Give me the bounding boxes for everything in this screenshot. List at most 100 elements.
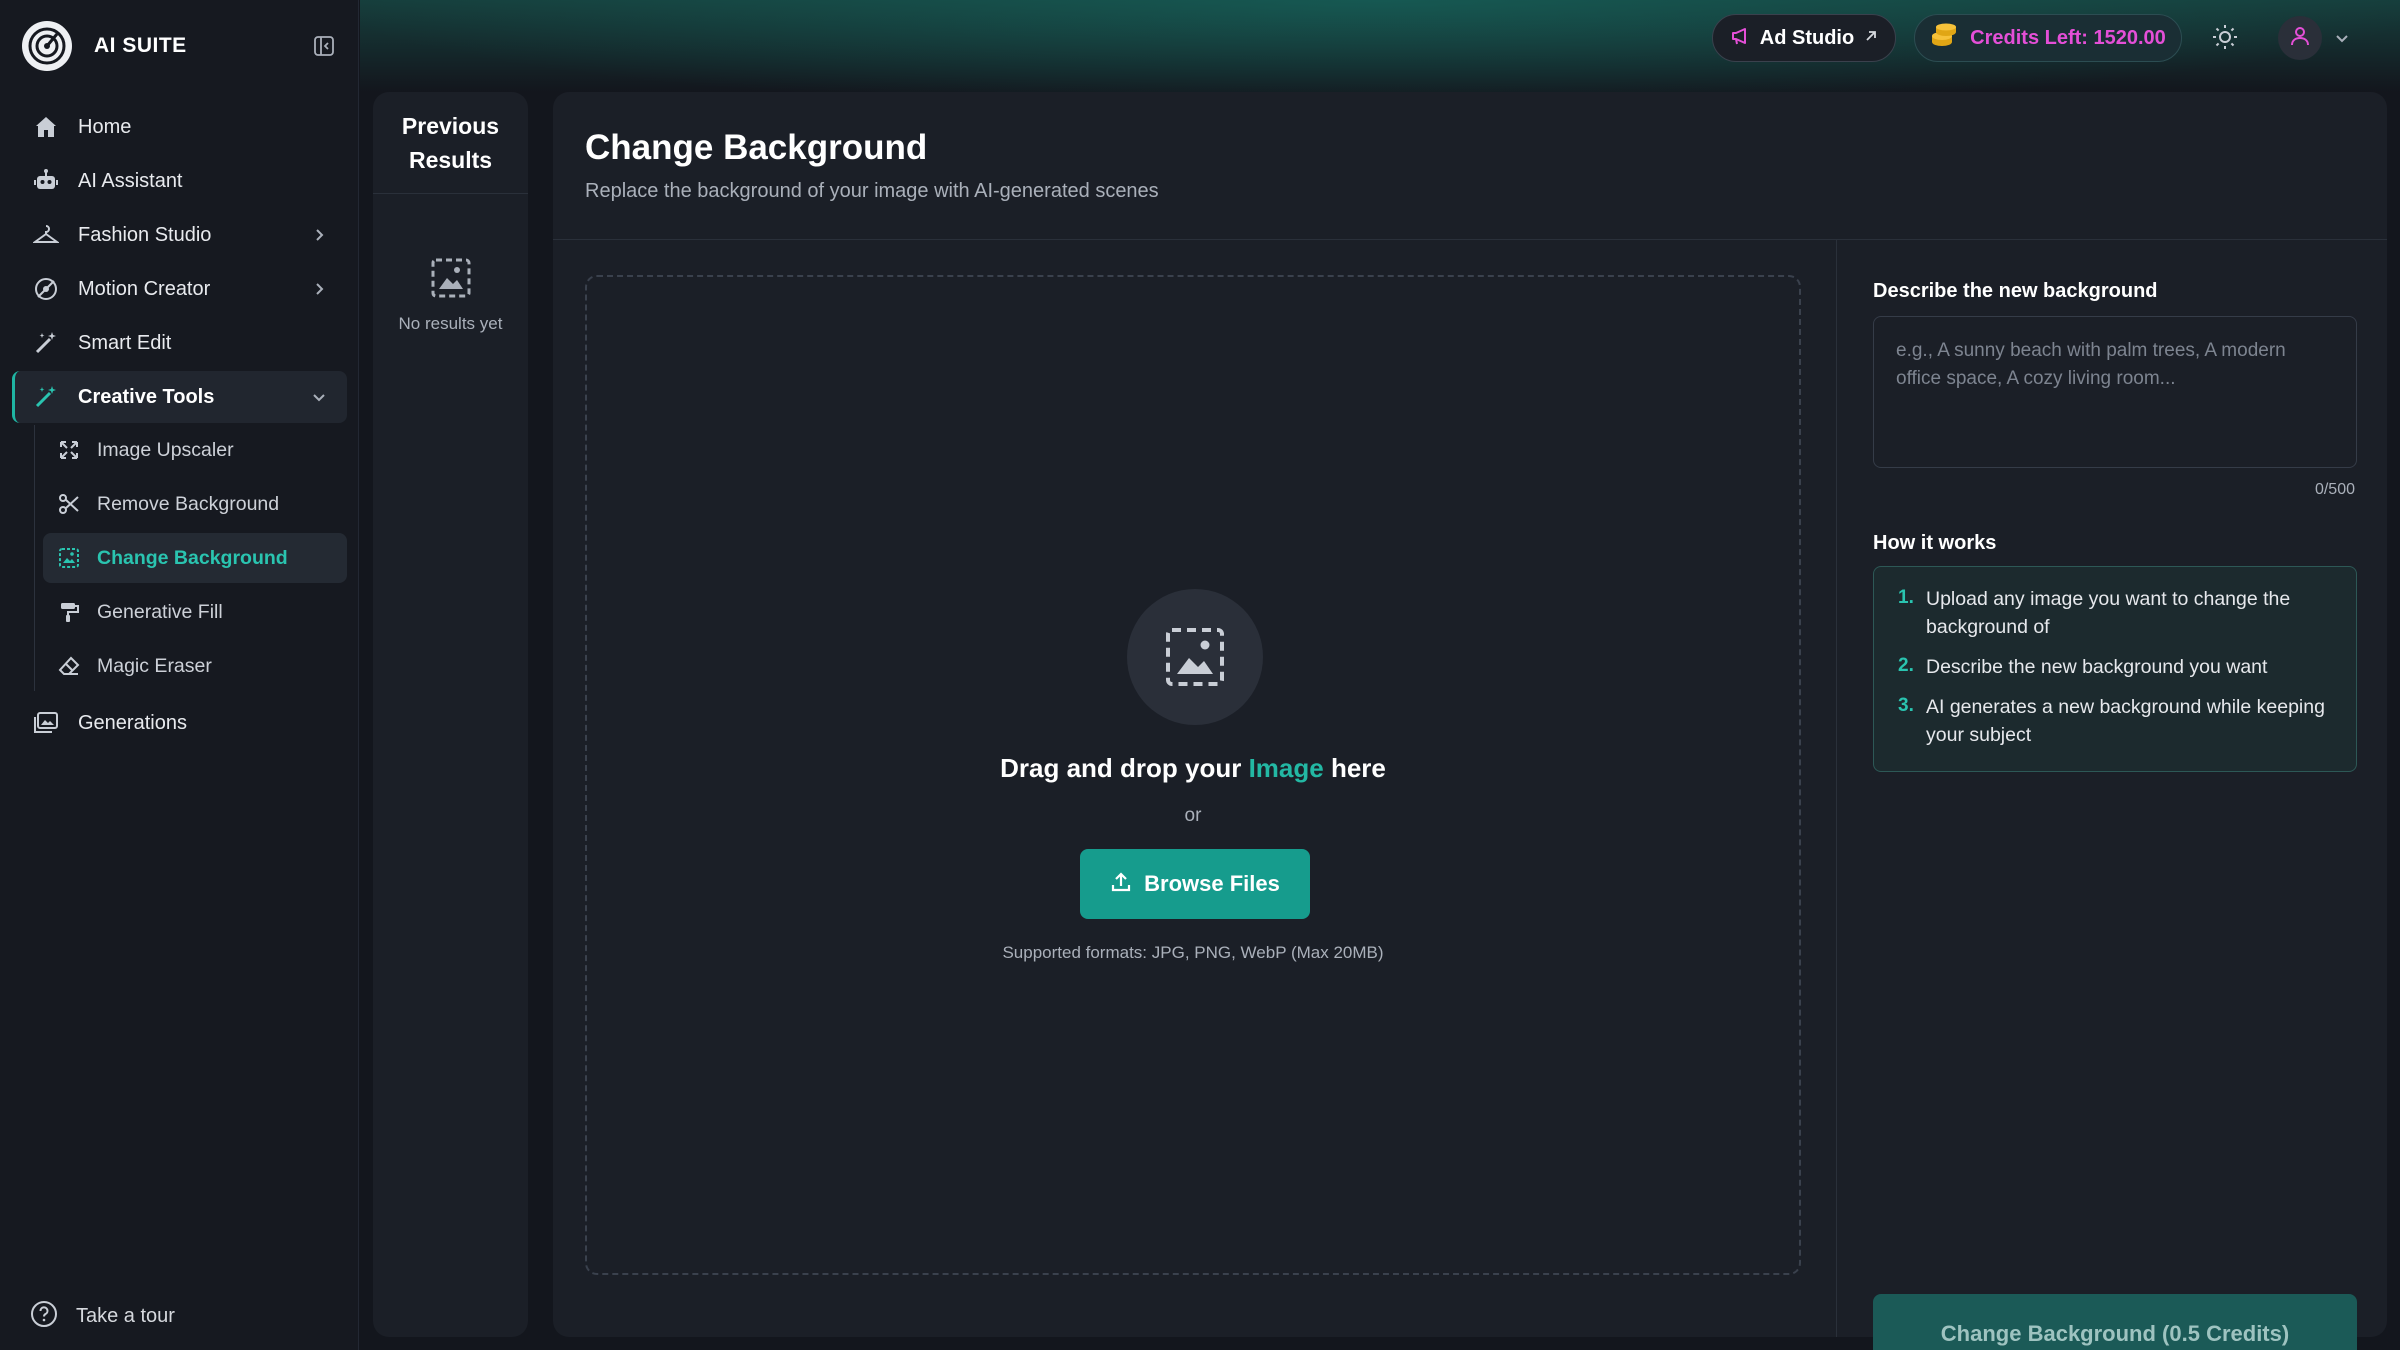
brand: AI SUITE <box>22 20 337 72</box>
no-results-text: No results yet <box>398 314 503 333</box>
magic-wand-icon <box>32 383 60 411</box>
image-upload-icon <box>1127 589 1263 725</box>
take-a-tour-link[interactable]: Take a tour <box>30 1296 175 1336</box>
step-number: 1. <box>1898 587 1914 608</box>
sidebar-item-generations[interactable]: Generations <box>12 697 347 749</box>
sidebar-subitem-label: Image Upscaler <box>97 438 234 461</box>
how-step: 3. AI generates a new background while k… <box>1898 693 2336 749</box>
image-frame-icon <box>57 546 81 570</box>
take-a-tour-label: Take a tour <box>76 1304 175 1327</box>
chevron-right-icon <box>309 279 329 299</box>
paint-roller-icon <box>57 600 81 624</box>
sidebar-item-label: Home <box>78 115 132 138</box>
hanger-icon <box>32 221 60 249</box>
step-text: Upload any image you want to change the … <box>1926 588 2291 638</box>
brand-logo-icon <box>22 21 72 71</box>
page-subtitle: Replace the background of your image wit… <box>585 180 1159 202</box>
chevron-right-icon <box>309 225 329 245</box>
change-background-button[interactable]: Change Background (0.5 Credits) <box>1873 1294 2357 1350</box>
sidebar-subitem-change-background[interactable]: Change Background <box>43 533 347 583</box>
user-avatar-button[interactable] <box>2278 16 2322 60</box>
sidebar-subitem-label: Magic Eraser <box>97 654 212 677</box>
app-root: AI SUITE Home AI Assistant Fashion Studi… <box>0 0 2400 1350</box>
sidebar-subitem-label: Generative Fill <box>97 600 223 623</box>
sidebar-collapse-icon[interactable] <box>311 33 337 59</box>
brand-name: AI SUITE <box>94 34 187 57</box>
sidebar-item-fashion-studio[interactable]: Fashion Studio <box>12 209 347 261</box>
eraser-icon <box>57 654 81 678</box>
describe-background-label: Describe the new background <box>1873 280 2158 302</box>
supported-formats-text: Supported formats: JPG, PNG, WebP (Max 2… <box>1002 943 1384 962</box>
browse-files-label: Browse Files <box>1144 871 1280 896</box>
dropzone-title: Drag and drop your Image here <box>587 753 1799 784</box>
sun-icon <box>2212 24 2238 55</box>
image-dropzone[interactable]: Drag and drop your Image here or Browse … <box>585 275 1801 1275</box>
dropzone-title-text: Drag and drop your <box>1000 753 1249 783</box>
sidebar-item-home[interactable]: Home <box>12 101 347 153</box>
change-background-button-label: Change Background (0.5 Credits) <box>1940 1321 2290 1346</box>
dropzone-title-text-end: here <box>1323 753 1386 783</box>
page-title: Change Background <box>585 128 928 167</box>
background-description-input[interactable] <box>1873 316 2357 468</box>
sidebar-subitem-label: Change Background <box>97 546 288 569</box>
image-placeholder-icon <box>429 256 473 300</box>
robot-icon <box>32 167 60 195</box>
film-reel-icon <box>32 275 60 303</box>
sidebar-subitem-magic-eraser[interactable]: Magic Eraser <box>43 641 347 691</box>
previous-results-header: Previous Results <box>373 92 528 194</box>
dropzone-or-text: or <box>1184 805 1202 826</box>
sidebar-item-label: Generations <box>78 711 187 734</box>
how-it-works-label: How it works <box>1873 532 1997 554</box>
chevron-down-icon <box>309 387 329 407</box>
how-it-works-box: 1. Upload any image you want to change t… <box>1873 566 2357 772</box>
help-circle-icon <box>30 1300 58 1333</box>
top-header: Ad Studio Credits Left: 1520.00 <box>360 0 2400 92</box>
ad-studio-button[interactable]: Ad Studio <box>1712 14 1896 62</box>
dropzone-title-highlight: Image <box>1248 753 1324 783</box>
main-header: Change Background Replace the background… <box>553 92 2387 240</box>
theme-toggle-button[interactable] <box>2210 24 2240 54</box>
ad-studio-label: Ad Studio <box>1759 26 1855 49</box>
previous-results-panel: Previous Results No results yet <box>373 92 528 1337</box>
sidebar-nav: Home AI Assistant Fashion Studio Motion … <box>12 101 347 751</box>
character-count: 0/500 <box>2314 481 2355 498</box>
credits-badge: Credits Left: 1520.00 <box>1914 14 2182 62</box>
sidebar-subitem-label: Remove Background <box>97 492 280 515</box>
chevron-down-icon[interactable] <box>2332 28 2352 48</box>
sidebar-item-motion-creator[interactable]: Motion Creator <box>12 263 347 315</box>
settings-panel: Describe the new background 0/500 How it… <box>1836 240 2387 1350</box>
sidebar-subitem-generative-fill[interactable]: Generative Fill <box>43 587 347 637</box>
scissors-icon <box>57 492 81 516</box>
magic-wand-icon <box>32 329 60 357</box>
how-step: 2. Describe the new background you want <box>1898 653 2336 681</box>
upload-icon <box>1110 871 1132 898</box>
previous-results-empty: No results yet <box>373 256 528 334</box>
step-number: 3. <box>1898 695 1914 716</box>
sidebar-item-label: Fashion Studio <box>78 223 212 246</box>
main-panel: Change Background Replace the background… <box>553 92 2387 1350</box>
credits-label: Credits Left: 1520.00 <box>1970 26 2166 49</box>
step-number: 2. <box>1898 655 1914 676</box>
step-text: AI generates a new background while keep… <box>1926 696 2325 746</box>
sidebar-item-label: Motion Creator <box>78 277 211 300</box>
step-text: Describe the new background you want <box>1926 656 2268 678</box>
creative-tools-submenu: Image Upscaler Remove Background Change … <box>34 425 347 691</box>
sidebar-item-creative-tools[interactable]: Creative Tools <box>12 371 347 423</box>
external-link-icon <box>1864 29 1878 48</box>
sidebar-item-smart-edit[interactable]: Smart Edit <box>12 317 347 369</box>
megaphone-icon <box>1730 26 1750 51</box>
user-icon <box>2289 25 2311 52</box>
sidebar-item-ai-assistant[interactable]: AI Assistant <box>12 155 347 207</box>
expand-arrows-icon <box>57 438 81 462</box>
sidebar-subitem-remove-background[interactable]: Remove Background <box>43 479 347 529</box>
previous-results-title: Previous Results <box>401 112 500 173</box>
sidebar-subitem-image-upscaler[interactable]: Image Upscaler <box>43 425 347 475</box>
coins-icon <box>1930 23 1958 54</box>
sidebar-item-label: AI Assistant <box>78 169 183 192</box>
home-icon <box>32 113 60 141</box>
sidebar-item-label: Smart Edit <box>78 331 172 354</box>
sidebar: AI SUITE Home AI Assistant Fashion Studi… <box>0 0 359 1350</box>
browse-files-button[interactable]: Browse Files <box>1080 849 1310 919</box>
sidebar-item-label: Creative Tools <box>78 385 215 408</box>
gallery-icon <box>32 709 60 737</box>
